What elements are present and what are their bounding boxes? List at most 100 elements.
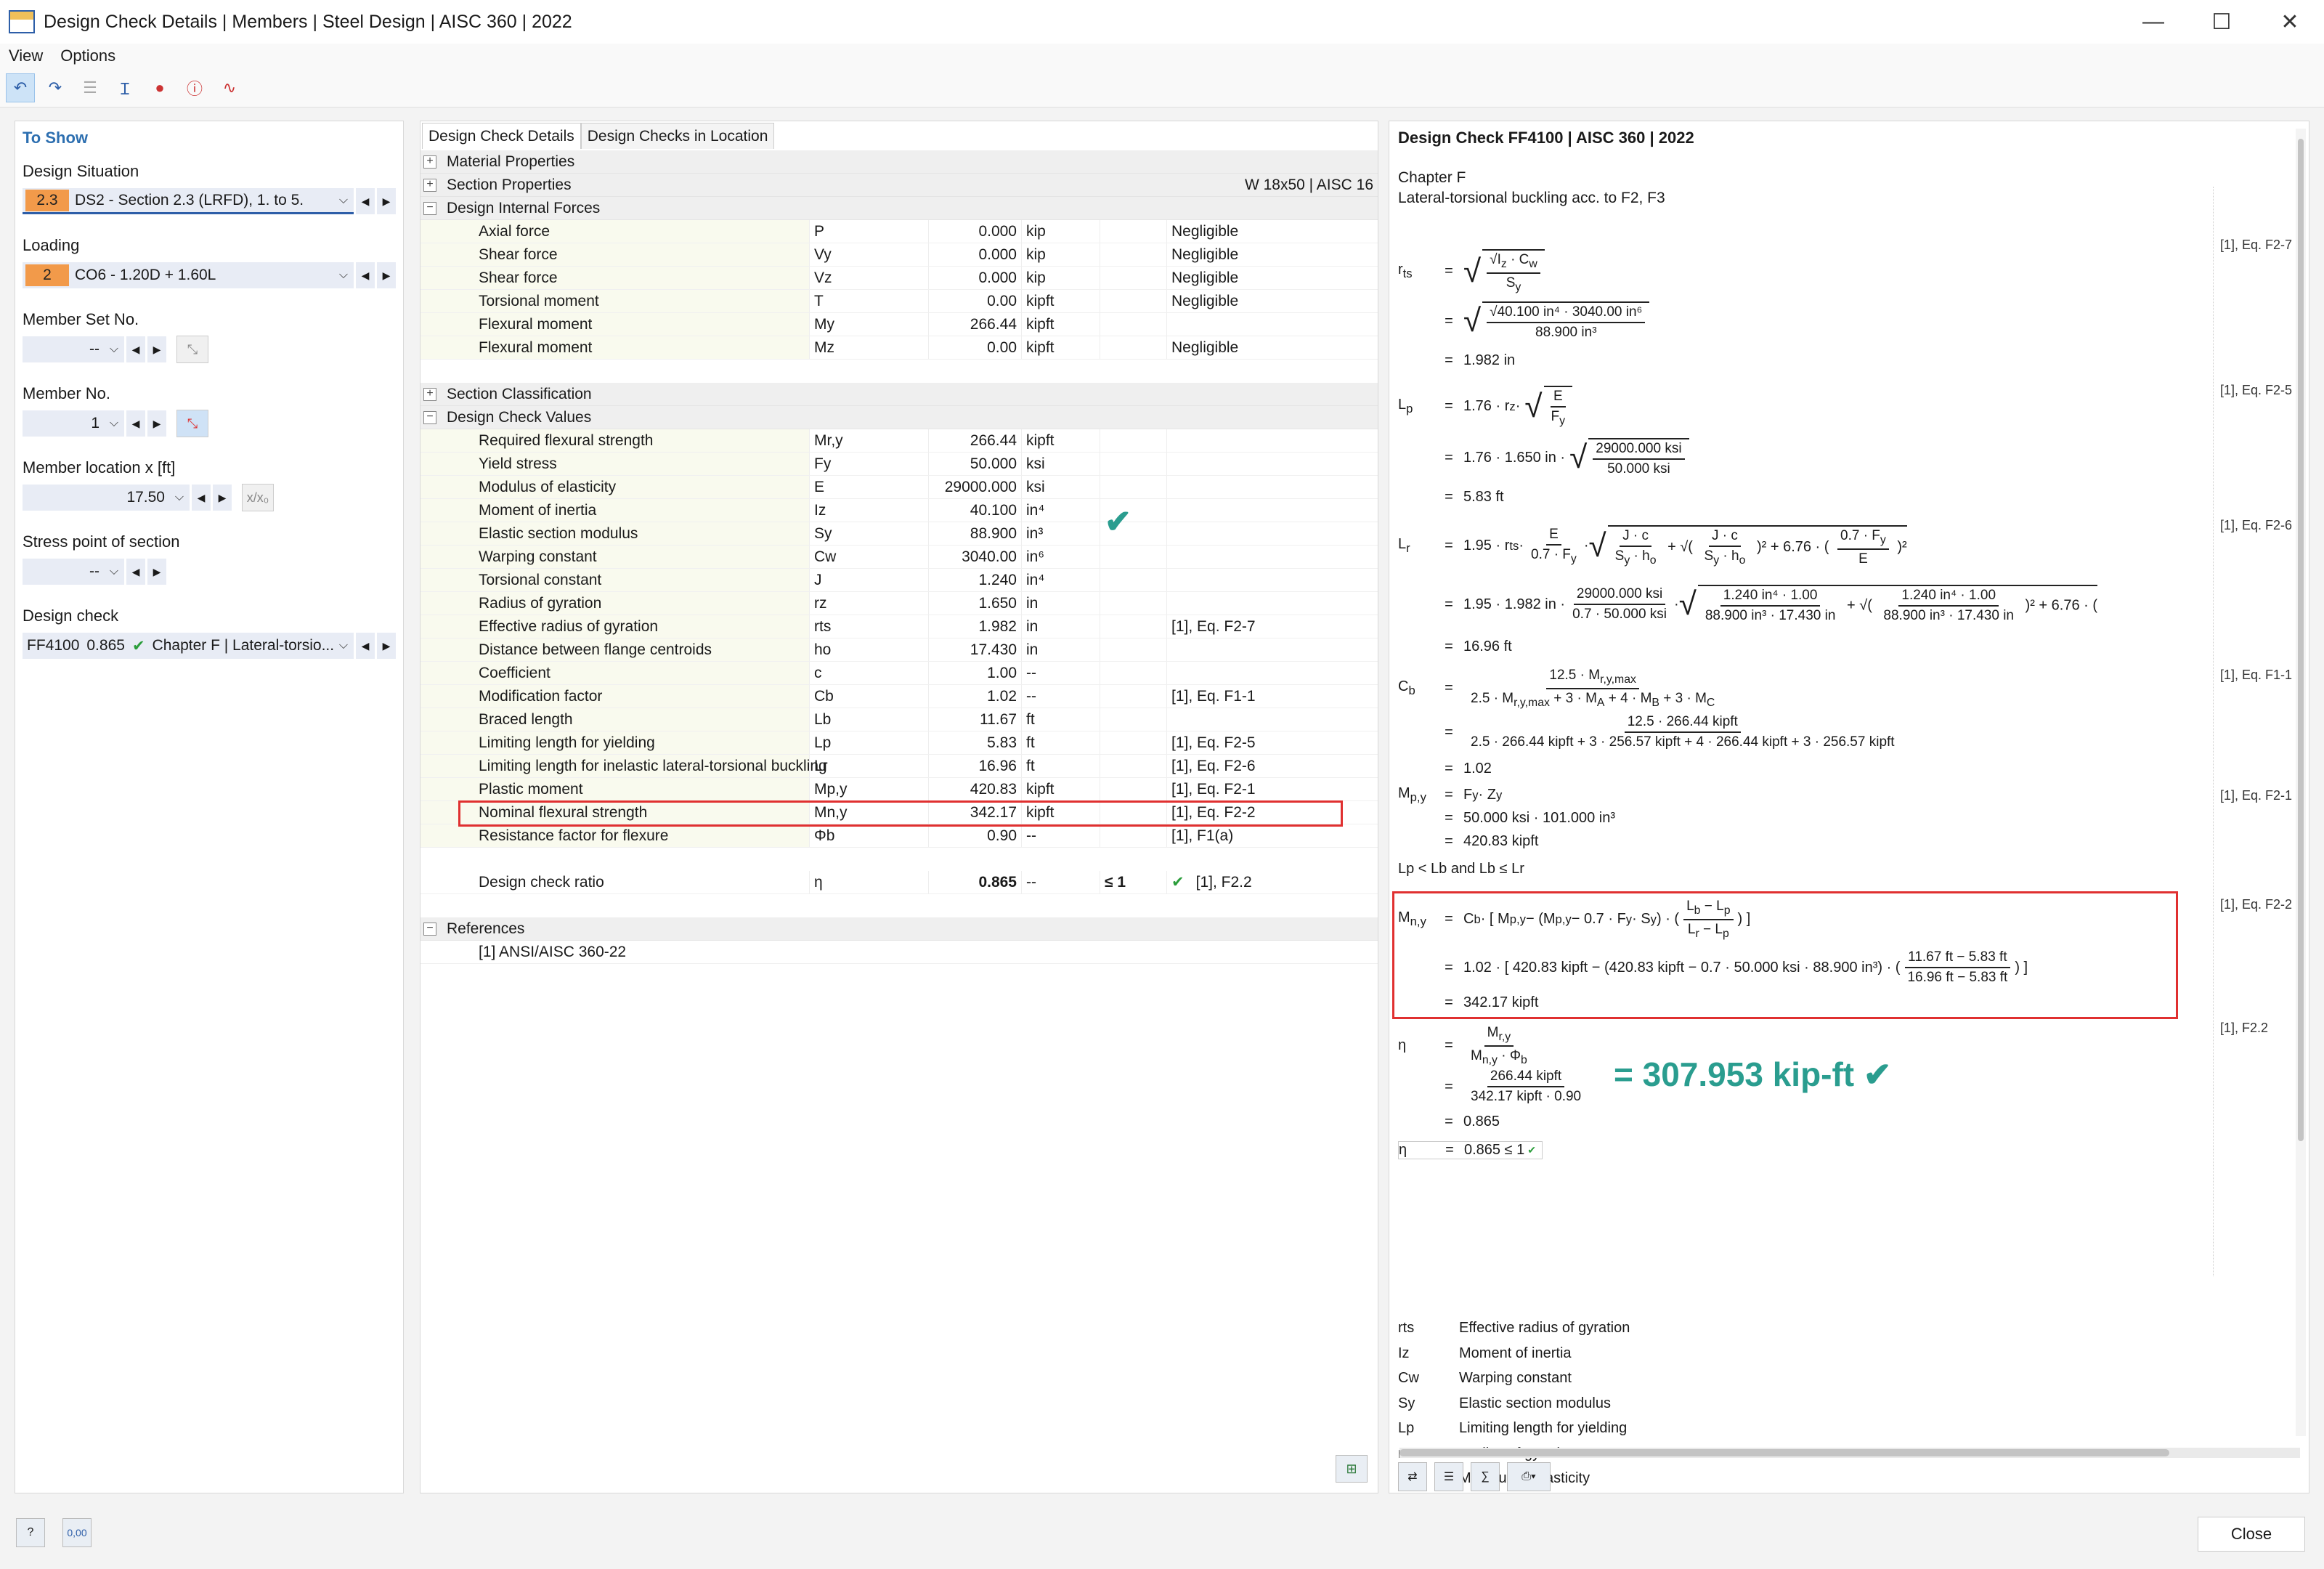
- copy-icon[interactable]: ⇄: [1398, 1462, 1427, 1491]
- expand-icon[interactable]: +: [423, 155, 436, 169]
- redo-icon[interactable]: ↷: [41, 73, 70, 102]
- ratio-symbol: η: [810, 871, 929, 893]
- member-set-select[interactable]: -- ⌵: [23, 336, 124, 362]
- vertical-scrollbar[interactable]: [2296, 129, 2306, 1436]
- table-row[interactable]: Shear force Vz 0.000 kip Negligible: [420, 267, 1378, 290]
- legend-item: Cw Warping constant: [1398, 1370, 1572, 1387]
- design-check-code: FF4100: [27, 637, 80, 654]
- table-row[interactable]: Elastic section modulus Sy 88.900 in³: [420, 522, 1378, 546]
- align-icon[interactable]: ☰: [76, 73, 105, 102]
- table-row[interactable]: Yield stress Fy 50.000 ksi: [420, 453, 1378, 476]
- table-row[interactable]: Resistance factor for flexure Φb 0.90 -- [1]…: [420, 824, 1378, 848]
- moment-annotation: = 307.953 kip-ft ✔: [1614, 1055, 1891, 1094]
- check-subtitle: Lateral-torsional buckling acc. to F2, F…: [1398, 190, 1665, 206]
- close-button[interactable]: Close: [2198, 1517, 2305, 1552]
- info-icon[interactable]: ⓘ: [180, 73, 209, 102]
- table-row[interactable]: Limiting length for yielding Lp 5.83 ft [1],…: [420, 731, 1378, 755]
- minimize-button[interactable]: —: [2119, 0, 2187, 44]
- section-references[interactable]: − References: [420, 917, 1378, 941]
- next-arrow-icon[interactable]: ▶: [147, 410, 166, 437]
- next-arrow-icon[interactable]: ▶: [377, 633, 396, 659]
- relative-location-button[interactable]: x/x₀: [242, 484, 274, 511]
- legend-item: Iz Moment of inertia: [1398, 1345, 1572, 1362]
- table-row[interactable]: Limiting length for inelastic lateral-to…: [420, 755, 1378, 778]
- design-situation-value: DS2 - Section 2.3 (LRFD), 1. to 5.: [75, 191, 304, 208]
- ratio-row[interactable]: Design check ratio η 0.865 -- ≤ 1 ✔ [1], …: [420, 871, 1378, 894]
- table-row[interactable]: Shear force Vy 0.000 kip Negligible: [420, 243, 1378, 267]
- horizontal-scrollbar[interactable]: [1399, 1448, 2300, 1458]
- section-internal-forces[interactable]: − Design Internal Forces: [420, 197, 1378, 220]
- collapse-icon[interactable]: −: [423, 201, 436, 215]
- table-row[interactable]: Warping constant Cw 3040.00 in⁶: [420, 546, 1378, 569]
- cell-sym: Mr,y: [810, 429, 929, 452]
- prev-arrow-icon[interactable]: ◀: [356, 633, 375, 659]
- print-icon[interactable]: ⎙▾: [1507, 1462, 1551, 1491]
- pick-member-icon[interactable]: ⤡: [176, 410, 208, 437]
- prev-arrow-icon[interactable]: ◀: [126, 336, 145, 362]
- pick-member-set-icon[interactable]: ⤡: [176, 336, 208, 363]
- legend-item: Lp Limiting length for yielding: [1398, 1420, 1627, 1437]
- expand-icon[interactable]: +: [423, 178, 436, 192]
- design-check-select[interactable]: FF4100 0.865 ✔ Chapter F | Lateral-torsi…: [23, 633, 354, 659]
- section-classification[interactable]: + Section Classification: [420, 383, 1378, 406]
- member-no-select[interactable]: 1 ⌵: [23, 410, 124, 437]
- cell-ref: [1167, 476, 1378, 498]
- cell-ref: [1167, 708, 1378, 731]
- list-icon[interactable]: ☰: [1434, 1462, 1463, 1491]
- collapse-icon[interactable]: −: [423, 410, 436, 424]
- prev-arrow-icon[interactable]: ◀: [356, 262, 375, 288]
- close-window-button[interactable]: ✕: [2256, 0, 2324, 44]
- table-row[interactable]: Required flexural strength Mr,y 266.44 kipf…: [420, 429, 1378, 453]
- table-row[interactable]: Radius of gyration rz 1.650 in: [420, 592, 1378, 615]
- prev-arrow-icon[interactable]: ◀: [126, 559, 145, 585]
- collapse-icon[interactable]: −: [423, 922, 436, 936]
- loading-select[interactable]: 2 CO6 - 1.20D + 1.60L ⌵: [23, 262, 354, 288]
- next-arrow-icon[interactable]: ▶: [377, 188, 396, 214]
- cell-name: Coefficient: [420, 662, 810, 684]
- undo-icon[interactable]: ↶: [6, 73, 35, 102]
- table-row[interactable]: Distance between flange centroids ho 17.43…: [420, 638, 1378, 662]
- cell-unit: kipft: [1022, 313, 1100, 336]
- formula-icon[interactable]: ∑: [1471, 1462, 1500, 1491]
- next-arrow-icon[interactable]: ▶: [147, 336, 166, 362]
- design-situation-select[interactable]: 2.3 DS2 - Section 2.3 (LRFD), 1. to 5. ⌵: [23, 188, 354, 214]
- color-icon[interactable]: ●: [145, 73, 174, 102]
- table-row[interactable]: Axial force P 0.000 kip Negligible: [420, 220, 1378, 243]
- member-location-select[interactable]: 17.50 ⌵: [23, 485, 190, 511]
- table-row[interactable]: Effective radius of gyration rts 1.982 in [1…: [420, 615, 1378, 638]
- tab-design-checks-in-location[interactable]: Design Checks in Location: [580, 123, 775, 149]
- table-row[interactable]: Torsional moment T 0.00 kipft Negligible: [420, 290, 1378, 313]
- stress-point-label: Stress point of section: [23, 532, 180, 551]
- table-row[interactable]: Coefficient c 1.00 --: [420, 662, 1378, 685]
- section-check-values[interactable]: − Design Check Values: [420, 406, 1378, 429]
- tab-design-check-details[interactable]: Design Check Details: [422, 123, 581, 149]
- table-row[interactable]: Flexural moment Mz 0.00 kipft Negligible: [420, 336, 1378, 360]
- cell-val: 1.02: [929, 685, 1022, 708]
- next-arrow-icon[interactable]: ▶: [147, 559, 166, 585]
- deflection-icon[interactable]: ∿: [215, 73, 244, 102]
- help-icon[interactable]: ?: [16, 1518, 45, 1547]
- table-row[interactable]: Plastic moment Mp,y 420.83 kipft [1], Eq. F2…: [420, 778, 1378, 801]
- beam-icon[interactable]: Ｉ: [110, 73, 139, 102]
- section-properties[interactable]: + Section Properties W 18x50 | AISC 16: [420, 174, 1378, 197]
- table-row[interactable]: Modification factor Cb 1.02 -- [1], Eq. F1-1: [420, 685, 1378, 708]
- prev-arrow-icon[interactable]: ◀: [126, 410, 145, 437]
- section-material[interactable]: + Material Properties: [420, 150, 1378, 174]
- next-arrow-icon[interactable]: ▶: [377, 262, 396, 288]
- table-row[interactable]: Flexural moment My 266.44 kipft: [420, 313, 1378, 336]
- next-arrow-icon[interactable]: ▶: [213, 485, 232, 511]
- table-row[interactable]: Braced length Lb 11.67 ft: [420, 708, 1378, 731]
- export-excel-icon[interactable]: ⊞: [1336, 1455, 1368, 1483]
- table-row[interactable]: Modulus of elasticity E 29000.000 ksi: [420, 476, 1378, 499]
- prev-arrow-icon[interactable]: ◀: [356, 188, 375, 214]
- cell-note: [1167, 313, 1378, 336]
- menu-view[interactable]: View: [0, 46, 52, 65]
- units-button[interactable]: 0,00: [62, 1518, 92, 1547]
- menu-options[interactable]: Options: [52, 46, 124, 65]
- prev-arrow-icon[interactable]: ◀: [192, 485, 211, 511]
- table-row[interactable]: Moment of inertia Iz 40.100 in⁴: [420, 499, 1378, 522]
- table-row[interactable]: Torsional constant J 1.240 in⁴: [420, 569, 1378, 592]
- stress-point-select[interactable]: -- ⌵: [23, 559, 124, 585]
- maximize-button[interactable]: ☐: [2187, 0, 2256, 44]
- expand-icon[interactable]: +: [423, 387, 436, 401]
